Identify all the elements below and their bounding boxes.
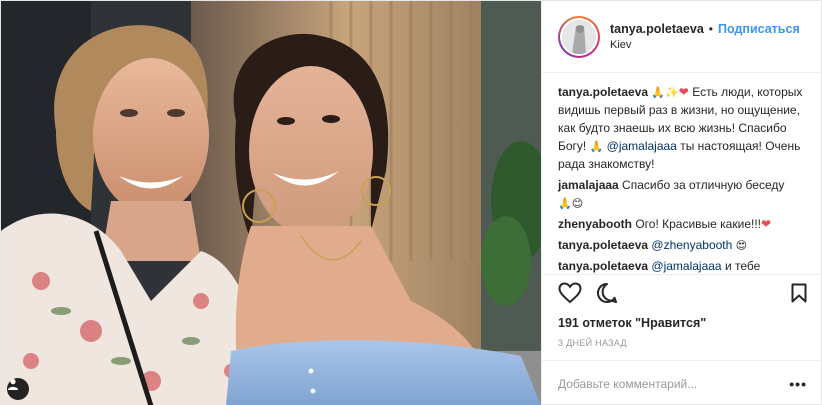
post-header: tanya.poletaeva • Подписаться Kiev xyxy=(542,1,821,73)
comment-text: Ого! Красивые какие!!! xyxy=(632,217,761,231)
follow-button[interactable]: Подписаться xyxy=(718,21,800,37)
separator-dot: • xyxy=(708,21,713,36)
tagged-user-icon[interactable] xyxy=(7,378,29,400)
post-photo[interactable] xyxy=(1,1,541,405)
comment-bubble-icon[interactable] xyxy=(596,282,618,307)
pray-emoji: 🙏 xyxy=(589,141,604,153)
heart-outline-icon[interactable] xyxy=(558,282,582,307)
comment-username[interactable]: tanya.poletaeva xyxy=(558,259,648,273)
comment-username[interactable]: jamalajaaa xyxy=(558,178,619,192)
header-username[interactable]: tanya.poletaeva xyxy=(610,21,704,37)
avatar[interactable] xyxy=(558,15,600,58)
likes-count[interactable]: 191 отметок "Нравится" xyxy=(542,314,821,332)
comment-username[interactable]: zhenyabooth xyxy=(558,217,632,231)
comment-input[interactable] xyxy=(558,376,790,391)
list-item: tanya.poletaeva @zhenyabooth 😍 xyxy=(558,236,809,254)
post-timestamp[interactable]: 3 дней назад xyxy=(542,332,821,360)
post-side-panel: tanya.poletaeva • Подписаться Kiev tanya… xyxy=(541,1,821,405)
pray-smile-emoji: 🙏😊 xyxy=(558,198,584,210)
comments-list: tanya.poletaeva 🙏✨❤ Есть люди, которых в… xyxy=(542,73,821,274)
bookmark-icon[interactable] xyxy=(791,283,807,306)
photo-illustration xyxy=(1,1,541,405)
instagram-post: tanya.poletaeva • Подписаться Kiev tanya… xyxy=(0,0,822,405)
caption: tanya.poletaeva 🙏✨❤ Есть люди, которых в… xyxy=(558,83,809,173)
comment-username[interactable]: tanya.poletaeva xyxy=(558,238,648,252)
heart-emoji: ❤ xyxy=(761,217,772,231)
add-comment-bar: ••• xyxy=(542,360,821,405)
location-link[interactable]: Kiev xyxy=(610,37,800,53)
list-item: jamalajaaa Спасибо за отличную беседу 🙏😊 xyxy=(558,176,809,212)
comment-text: Спасибо за отличную беседу xyxy=(618,178,785,192)
mention-link[interactable]: @zhenyabooth xyxy=(651,238,732,252)
mention-link[interactable]: @jamalajaaa xyxy=(651,259,721,273)
list-item: zhenyabooth Ого! Красивые какие!!!❤ xyxy=(558,215,809,233)
more-options-icon[interactable]: ••• xyxy=(789,376,807,392)
comment-username[interactable]: tanya.poletaeva xyxy=(558,85,648,99)
mention-link[interactable]: @jamalajaaa xyxy=(607,139,677,153)
heart-eyes-emoji: 😍 xyxy=(735,240,748,252)
avatar-image xyxy=(562,19,596,54)
post-actions xyxy=(542,274,821,314)
list-item: tanya.poletaeva @jamalajaaa и тебе спаси… xyxy=(558,257,809,274)
heart-emoji: ❤ xyxy=(678,85,689,99)
pray-sparkles-emoji: 🙏✨ xyxy=(651,87,679,99)
